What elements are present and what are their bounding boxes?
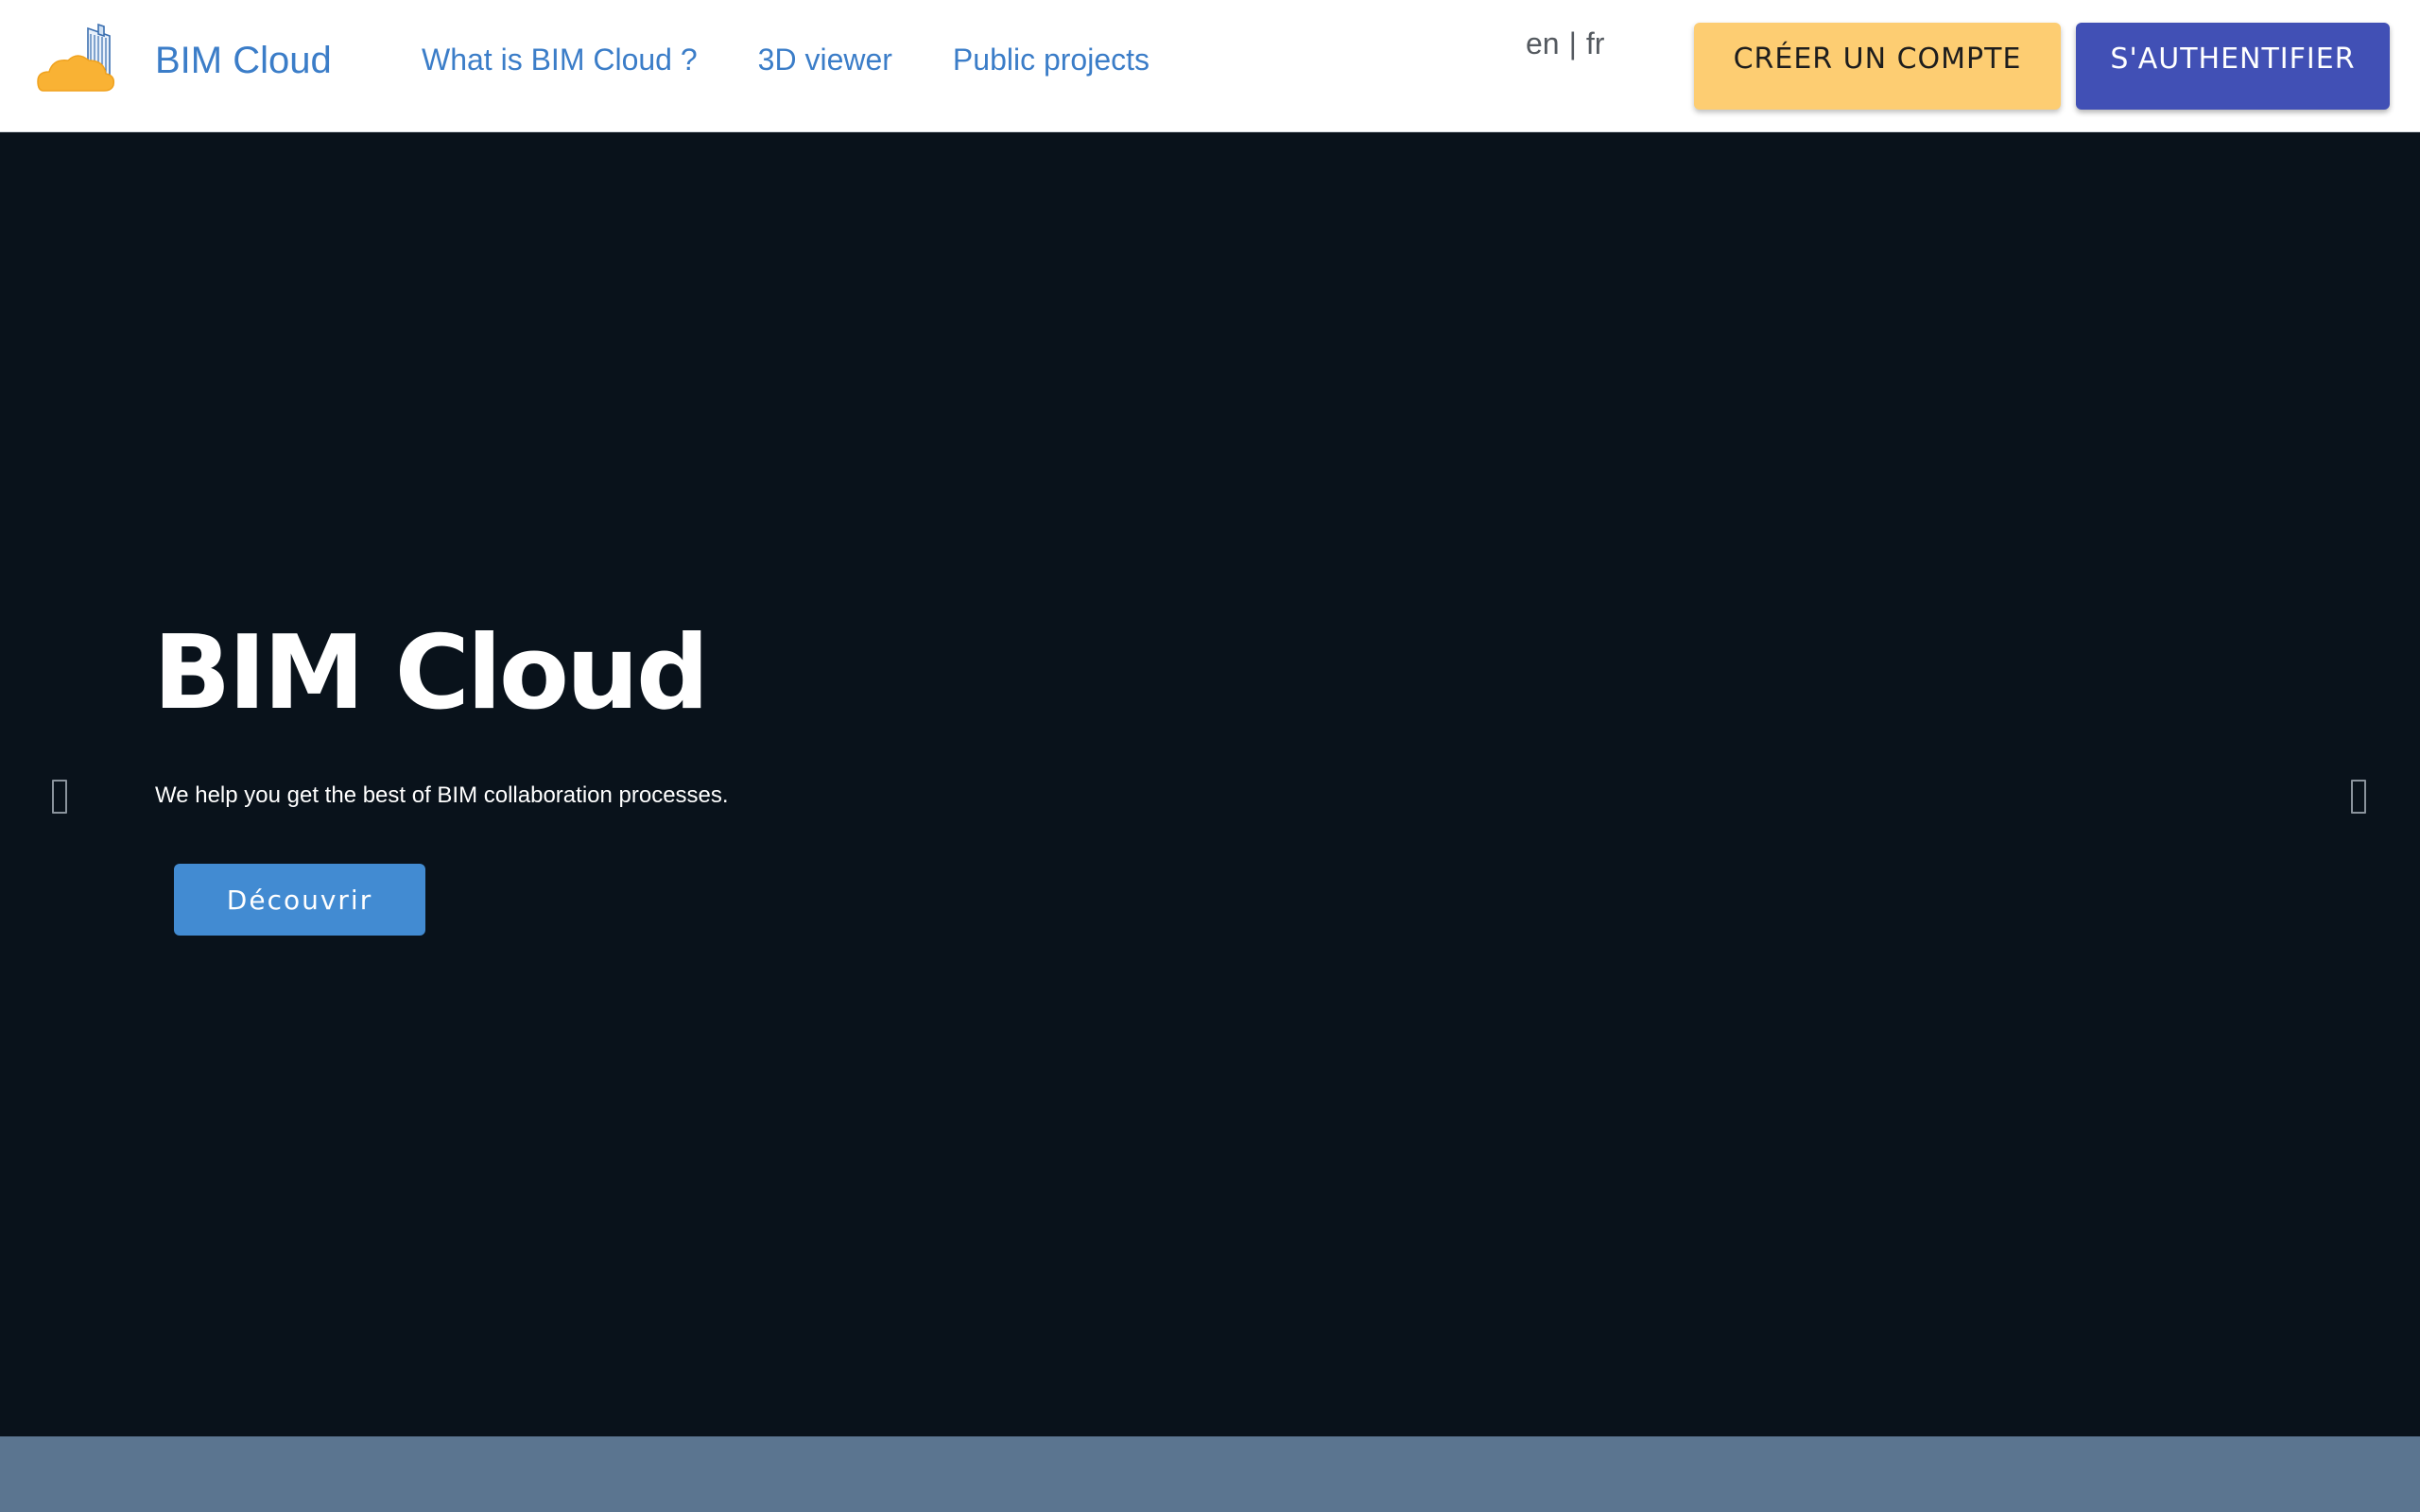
carousel-next-button[interactable] <box>2330 764 2387 830</box>
nav-link-what-is-bim-cloud[interactable]: What is BIM Cloud ? <box>422 43 698 77</box>
login-button[interactable]: S'AUTHENTIFIER <box>2076 23 2390 110</box>
nav-link-public-projects[interactable]: Public projects <box>953 43 1150 77</box>
brand-name: BIM Cloud <box>155 39 332 81</box>
carousel-prev-button[interactable] <box>31 764 88 830</box>
language-switcher: en | fr <box>1526 26 1604 61</box>
create-account-button[interactable]: CRÉER UN COMPTE <box>1694 23 2061 110</box>
brand-home-link[interactable]: BIM Cloud <box>36 23 332 98</box>
lang-option-en[interactable]: en <box>1526 26 1560 61</box>
lang-option-fr[interactable]: fr <box>1586 26 1605 61</box>
top-navbar: BIM Cloud What is BIM Cloud ? 3D viewer … <box>0 0 2420 132</box>
nav-link-3d-viewer[interactable]: 3D viewer <box>758 43 892 77</box>
carousel-next-icon <box>2351 780 2366 814</box>
discover-button[interactable]: Découvrir <box>174 864 425 936</box>
hero-carousel: BIM Cloud We help you get the best of BI… <box>0 132 2420 1436</box>
hero-title: BIM Cloud <box>153 614 709 732</box>
next-section-band <box>0 1436 2420 1512</box>
cloud-building-logo-icon <box>36 23 121 98</box>
lang-separator: | <box>1568 26 1577 60</box>
main-navigation: What is BIM Cloud ? 3D viewer Public pro… <box>422 0 1210 119</box>
hero-subtitle: We help you get the best of BIM collabor… <box>155 782 729 808</box>
carousel-prev-icon <box>52 780 67 814</box>
